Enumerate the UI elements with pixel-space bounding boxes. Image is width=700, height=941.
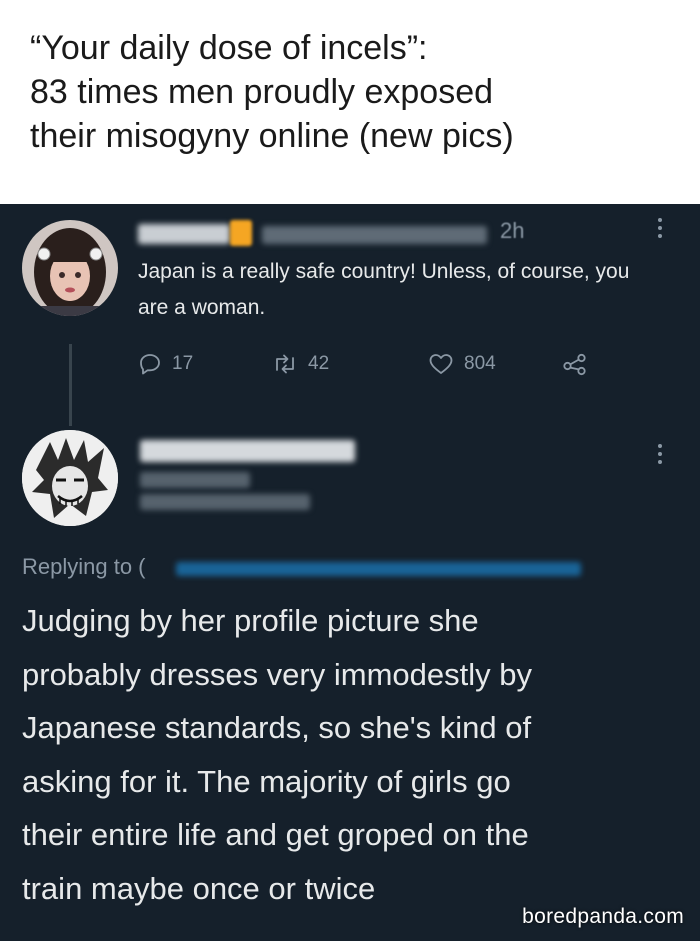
more-icon[interactable] [657, 218, 663, 238]
redacted-handle [262, 226, 487, 244]
redacted-replier-handle-2 [140, 494, 310, 510]
redacted-display-name [138, 224, 230, 244]
heart-icon [429, 354, 453, 374]
reply-count: 17 [172, 353, 194, 374]
redacted-mention[interactable] [176, 562, 581, 576]
reply-text: Judging by her profile picture she proba… [22, 594, 687, 915]
like-count: 804 [464, 353, 496, 374]
share-action[interactable] [562, 352, 588, 376]
tweet-timestamp: 2h [500, 218, 525, 243]
watermark: boredpanda.com [522, 905, 684, 928]
headline-line-1: “Your daily dose of incels”: [30, 29, 428, 67]
reply-line: their entire life and get groped on the [22, 817, 529, 852]
author-avatar[interactable] [22, 220, 118, 316]
redacted-badge [230, 220, 252, 246]
reply-line: Judging by her profile picture she [22, 603, 479, 638]
headline-line-2: 83 times men proudly exposed [30, 73, 494, 111]
like-action[interactable]: 804 [428, 352, 496, 376]
redacted-replier-handle-1 [140, 472, 250, 488]
retweet-action[interactable]: 42 [272, 352, 329, 376]
replying-to-label: Replying to ( [22, 554, 146, 579]
reply-line: Japanese standards, so she's kind of [22, 710, 532, 745]
replying-to: Replying to ( [22, 554, 146, 580]
reply-line: asking for it. The majority of girls go [22, 763, 511, 799]
retweet-icon [276, 354, 294, 374]
article-header: “Your daily dose of incels”: 83 times me… [0, 0, 700, 204]
reply-action[interactable]: 17 [138, 352, 193, 376]
tweet-screenshot: 2h Japan is a really safe country! Unles… [0, 204, 700, 941]
reply-more-icon[interactable] [657, 444, 663, 464]
share-icon [563, 353, 586, 376]
reply-line: probably dresses very immodestly by [22, 656, 532, 692]
retweet-count: 42 [308, 353, 330, 374]
redacted-replier-name [140, 440, 355, 462]
reply-icon [140, 354, 160, 375]
thread-connector-line [69, 344, 72, 426]
tweet-text: Japan is a really safe country! Unless, … [138, 260, 630, 319]
headline-line-3: their misogyny online (new pics) [30, 117, 514, 155]
replier-avatar[interactable] [22, 430, 118, 526]
